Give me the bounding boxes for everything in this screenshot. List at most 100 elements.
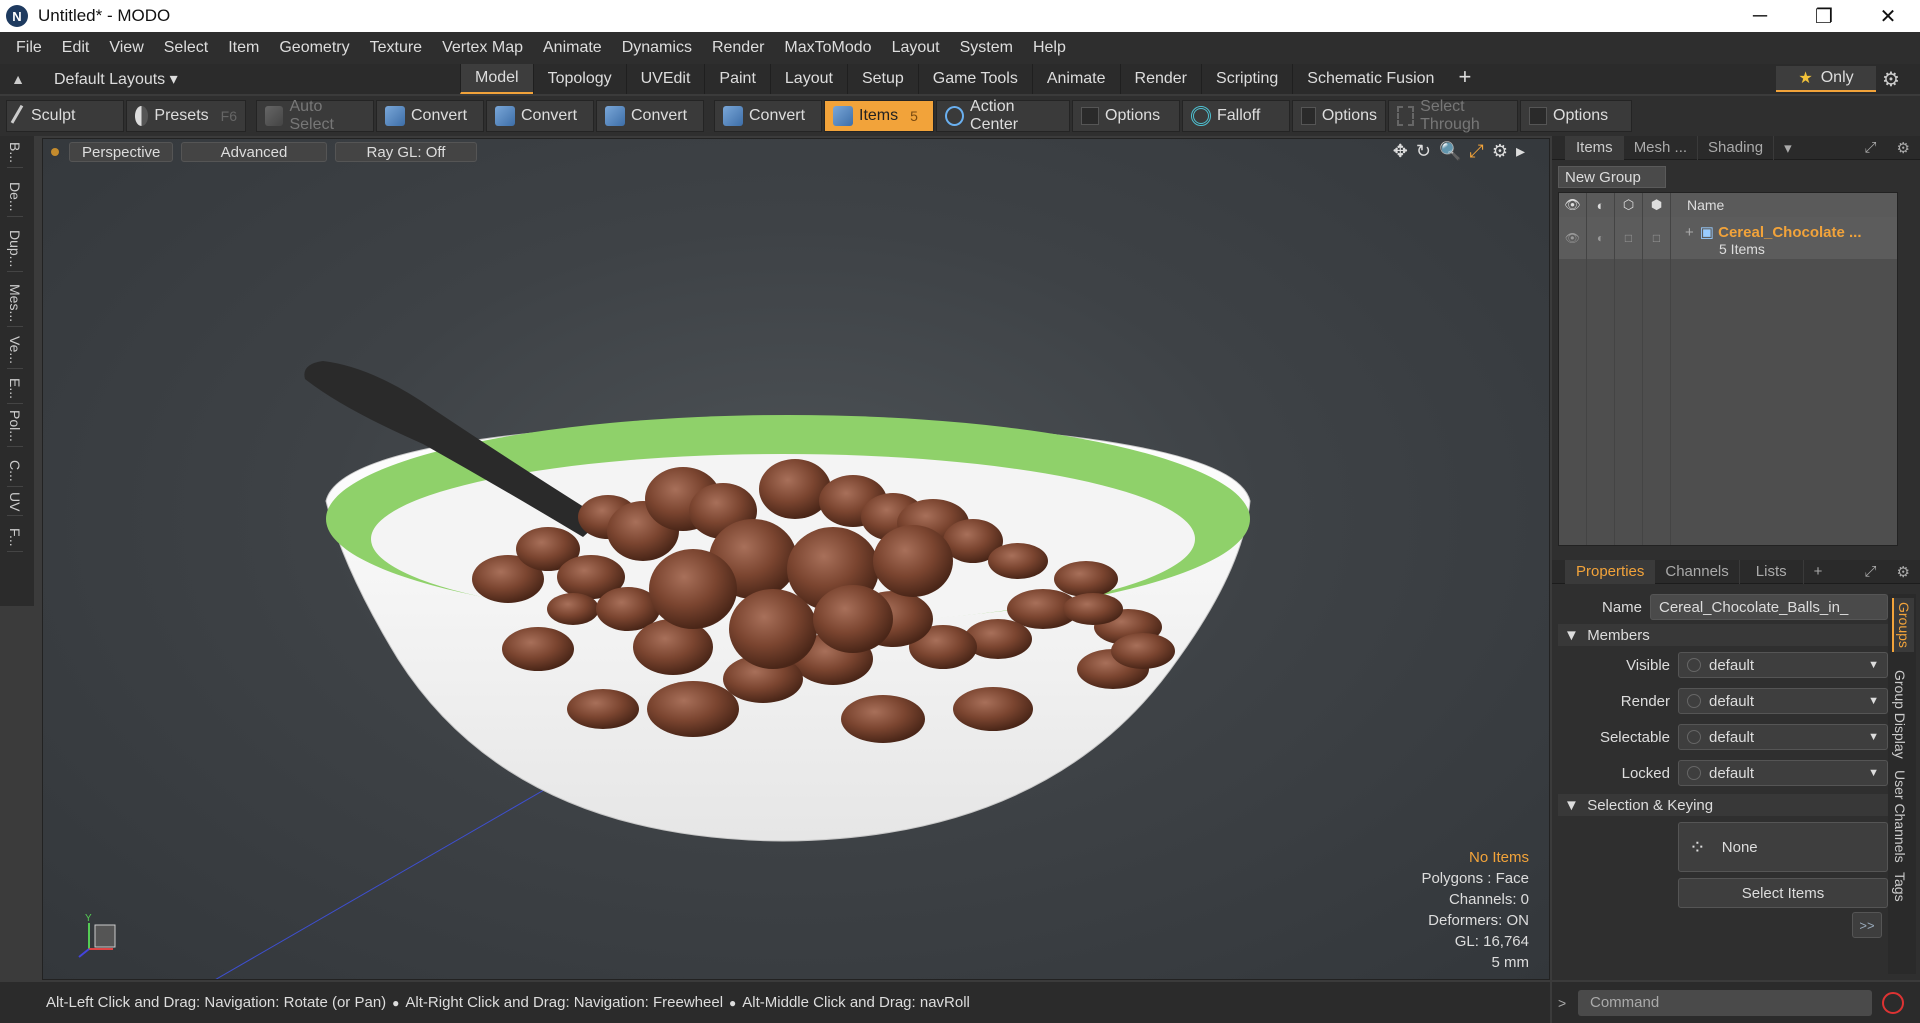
menu-select[interactable]: Select [154,39,218,57]
select-through-button[interactable]: Select Through [1388,98,1518,133]
convert-polygons-button[interactable]: Convert [596,100,704,132]
menu-file[interactable]: File [6,39,52,57]
row-visibility-eye-icon[interactable]: 👁 [1559,217,1587,259]
left-tab-fusion[interactable]: F... [7,528,23,552]
only-toggle-button[interactable]: ★ Only [1776,66,1876,92]
row-render-icon[interactable]: ◐ [1587,217,1615,259]
menu-animate[interactable]: Animate [533,39,612,57]
expand-panel-icon[interactable]: ⤢ [1855,560,1887,584]
minimize-button[interactable]: ─ [1728,0,1792,32]
left-tab-vertex[interactable]: Ve... [7,336,23,370]
selectable-icon[interactable]: ⬡ [1615,193,1643,217]
left-tab-deform[interactable]: De... [7,182,23,217]
side-tab-group-display[interactable]: Group Display [1892,670,1908,759]
command-input[interactable]: Command [1578,989,1872,1016]
raygl-button[interactable]: Ray GL: Off [335,142,477,162]
maximize-button[interactable]: ❐ [1792,0,1856,32]
side-tab-tags[interactable]: Tags [1892,872,1908,902]
tab-topology[interactable]: Topology [532,64,626,94]
gear-icon[interactable]: ⚙ [1882,67,1900,92]
action-center-button[interactable]: Action Center [936,98,1070,133]
add-tab-button[interactable]: + [1448,64,1481,94]
left-tab-uv[interactable]: UV [7,492,23,517]
selection-keying-section[interactable]: ▼ Selection & Keying [1558,794,1888,816]
select-items-button[interactable]: Select Items [1678,878,1888,908]
items-mode-button[interactable]: Items 5 [824,100,934,132]
tab-shading[interactable]: Shading [1698,135,1775,160]
menu-item[interactable]: Item [218,39,269,57]
sculpt-button[interactable]: Sculpt [6,100,124,132]
fit-view-icon[interactable]: ⤢ [1469,141,1483,162]
action-center-options-button[interactable]: Options [1072,100,1180,132]
tab-uvedit[interactable]: UVEdit [625,64,705,94]
menu-vertex-map[interactable]: Vertex Map [432,39,533,57]
rotate-view-icon[interactable]: ↻ [1416,141,1431,162]
expand-plus-icon[interactable]: + [1685,224,1694,241]
panel-settings-icon[interactable]: ⚙ [1887,136,1920,160]
menu-edit[interactable]: Edit [52,39,100,57]
select-through-options-button[interactable]: Options [1520,100,1632,132]
left-tab-basic[interactable]: B... [7,142,23,169]
left-tab-edge[interactable]: E... [7,378,23,405]
viewport-more-icon[interactable]: ▸ [1516,141,1525,162]
render-icon[interactable]: ◐ [1587,193,1615,217]
tab-scripting[interactable]: Scripting [1201,64,1292,94]
left-tab-duplicate[interactable]: Dup... [7,230,23,273]
group-row[interactable]: 👁 ◐ □ □ + ▣ Cereal_Chocolate ... 5 Items [1559,217,1897,259]
tab-properties[interactable]: Properties [1566,559,1656,584]
menu-maxtomodo[interactable]: MaxToModo [774,39,881,57]
default-layouts-dropdown[interactable]: Default Layouts ▾ [36,69,206,89]
none-selection-button[interactable]: ⁘ None [1678,822,1888,872]
layout-up-arrow-icon[interactable]: ▲ [0,71,36,87]
close-button[interactable]: ✕ [1856,0,1920,32]
tab-layout[interactable]: Layout [769,64,847,94]
viewport-settings-icon[interactable]: ⚙ [1492,141,1508,162]
new-group-button[interactable]: New Group [1558,166,1666,188]
menu-dynamics[interactable]: Dynamics [612,39,702,57]
visibility-eye-icon[interactable]: 👁 [1559,193,1587,217]
tab-model[interactable]: Model [460,64,533,94]
menu-render[interactable]: Render [702,39,774,57]
panel-dot-icon[interactable] [1552,135,1566,160]
tab-render[interactable]: Render [1119,64,1201,94]
panel-dot-icon[interactable] [1552,559,1566,584]
tab-items[interactable]: Items [1566,135,1624,160]
menu-help[interactable]: Help [1023,39,1076,57]
more-options-button[interactable]: >> [1852,912,1882,938]
convert-vertices-button[interactable]: Convert [376,100,484,132]
3d-viewport[interactable]: Perspective Advanced Ray GL: Off ✥ ↻ 🔍 ⤢… [42,138,1550,980]
members-section[interactable]: ▼ Members [1558,624,1888,646]
left-tab-curve[interactable]: C... [7,460,23,487]
move-view-icon[interactable]: ✥ [1393,141,1408,162]
convert-edges-button[interactable]: Convert [486,100,594,132]
viewport-menu-dot-icon[interactable] [51,148,59,156]
record-macro-icon[interactable] [1882,991,1904,1014]
expand-panel-icon[interactable]: ⤢ [1855,136,1887,160]
render-dropdown[interactable]: default ▼ [1678,688,1888,714]
shading-mode-button[interactable]: Advanced [181,142,327,162]
tab-schematic-fusion[interactable]: Schematic Fusion [1292,64,1448,94]
falloff-button[interactable]: Falloff [1182,100,1290,132]
side-tab-groups[interactable]: Groups [1892,598,1914,652]
menu-texture[interactable]: Texture [360,39,432,57]
add-tab-icon[interactable]: + [1804,560,1833,584]
presets-button[interactable]: Presets F6 [126,100,246,132]
tab-channels[interactable]: Channels [1655,559,1740,584]
tab-mesh-ops[interactable]: Mesh ... [1624,135,1699,160]
tab-paint[interactable]: Paint [704,64,769,94]
menu-system[interactable]: System [950,39,1023,57]
menu-layout[interactable]: Layout [882,39,950,57]
group-name-field[interactable]: Cereal_Chocolate_Balls_in_ [1650,594,1888,620]
auto-select-button[interactable]: Auto Select [256,98,374,133]
left-tab-polygon[interactable]: Pol... [7,410,23,447]
panel-settings-icon[interactable]: ⚙ [1887,560,1920,584]
falloff-options-button[interactable]: Options [1292,100,1386,132]
tab-lists[interactable]: Lists [1740,559,1804,584]
tab-game-tools[interactable]: Game Tools [917,64,1032,94]
perspective-button[interactable]: Perspective [69,142,173,162]
zoom-view-icon[interactable]: 🔍 [1439,141,1461,162]
row-selectable-icon[interactable]: □ [1615,217,1643,259]
locked-dropdown[interactable]: default ▼ [1678,760,1888,786]
tab-animate[interactable]: Animate [1031,64,1120,94]
menu-geometry[interactable]: Geometry [269,39,359,57]
